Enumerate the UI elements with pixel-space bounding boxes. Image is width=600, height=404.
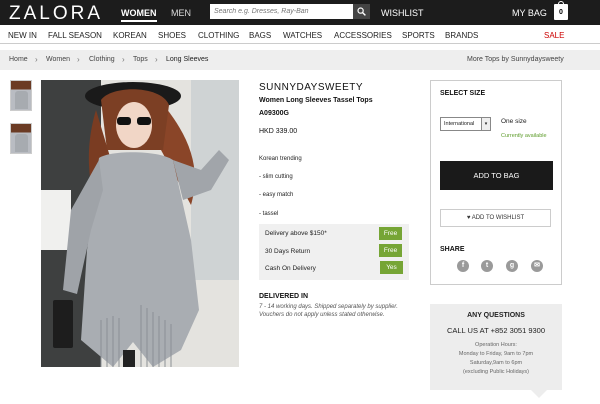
- chevron-right-icon: ›: [77, 55, 80, 64]
- delivered-in-title: DELIVERED IN: [259, 293, 309, 300]
- nav-brands[interactable]: BRANDS: [445, 31, 478, 40]
- select-size-title: SELECT SIZE: [440, 90, 486, 97]
- nav-sports[interactable]: SPORTS: [402, 31, 435, 40]
- chevron-right-icon: ›: [122, 55, 125, 64]
- cod-row-label: Cash On Delivery: [265, 265, 316, 272]
- product-price: HKD 339.00: [259, 128, 298, 135]
- twitter-icon[interactable]: t: [481, 260, 493, 272]
- facebook-icon[interactable]: f: [457, 260, 469, 272]
- category-nav: NEW IN FALL SEASON KOREAN SHOES CLOTHING…: [0, 27, 600, 44]
- bag-icon[interactable]: 0: [554, 1, 568, 20]
- nav-shoes[interactable]: SHOES: [158, 31, 186, 40]
- product-thumbnail-1[interactable]: [10, 80, 32, 111]
- search-button[interactable]: [353, 4, 370, 19]
- zalora-logo[interactable]: ZALORA: [9, 3, 103, 25]
- description-line: - tassel: [259, 211, 279, 217]
- delivery-info-box: Delivery above $150* Free 30 Days Return…: [259, 224, 409, 280]
- share-label: SHARE: [440, 246, 465, 253]
- breadcrumb-clothing[interactable]: Clothing: [89, 56, 115, 63]
- size-system-select[interactable]: International ▾: [440, 117, 491, 131]
- return-badge: Free: [379, 244, 402, 257]
- my-bag-link[interactable]: MY BAG: [512, 8, 547, 18]
- description-line: - slim cutting: [259, 174, 293, 180]
- wishlist-link[interactable]: WISHLIST: [381, 8, 424, 18]
- breadcrumb-long-sleeves: Long Sleeves: [166, 56, 209, 63]
- hours-line: Monday to Friday, 9am to 7pm: [458, 351, 534, 357]
- hours-line: (excluding Public Holidays): [462, 369, 530, 375]
- nav-accessories[interactable]: ACCESSORIES: [334, 31, 392, 40]
- heart-icon: ♥: [466, 215, 471, 221]
- tab-men[interactable]: MEN: [171, 8, 191, 18]
- search-icon: [357, 7, 366, 16]
- call-us-text: CALL US AT +852 3051 9300: [446, 326, 546, 335]
- top-bar: ZALORA WOMEN MEN WISHLIST MY BAG 0: [0, 0, 600, 25]
- product-photo-illustration: [41, 80, 239, 367]
- nav-clothing[interactable]: CLOTHING: [198, 31, 239, 40]
- tab-women[interactable]: WOMEN: [121, 8, 157, 22]
- google-plus-icon[interactable]: g: [506, 260, 518, 272]
- size-system-value: International: [444, 121, 475, 127]
- chevron-right-icon: ›: [35, 55, 38, 64]
- speech-notch: [531, 390, 547, 398]
- return-row-label: 30 Days Return: [265, 248, 311, 255]
- product-title: Women Long Sleeves Tassel Tops: [259, 97, 373, 104]
- questions-title: ANY QUESTIONS: [467, 312, 525, 319]
- delivered-in-text: 7 - 14 working days. Shipped separately …: [259, 304, 398, 318]
- nav-watches[interactable]: WATCHES: [283, 31, 322, 40]
- breadcrumb-home[interactable]: Home: [9, 56, 28, 63]
- product-sku: A09300G: [259, 110, 289, 117]
- hours-line: Operation Hours:: [475, 342, 517, 348]
- size-option[interactable]: One size: [501, 118, 527, 125]
- nav-new-in[interactable]: NEW IN: [8, 31, 37, 40]
- delivery-badge: Free: [379, 227, 402, 240]
- nav-korean[interactable]: KOREAN: [113, 31, 147, 40]
- description-line: Korean trending: [259, 156, 302, 162]
- email-icon[interactable]: ✉: [531, 260, 543, 272]
- breadcrumb-women[interactable]: Women: [46, 56, 70, 63]
- search-input[interactable]: [210, 4, 353, 19]
- hours-line: Saturday,9am to 6pm: [469, 360, 523, 366]
- breadcrumb: Home › Women › Clothing › Tops › Long Sl…: [0, 50, 600, 70]
- chevron-right-icon: ›: [155, 55, 158, 64]
- add-to-wishlist-label: ADD TO WISHLIST: [471, 215, 525, 221]
- product-brand[interactable]: SUNNYDAYSWEETY: [259, 82, 363, 93]
- add-to-wishlist-button[interactable]: ♥ ADD TO WISHLIST: [440, 209, 551, 227]
- availability-status: Currently available: [501, 133, 547, 139]
- cod-badge: Yes: [380, 261, 403, 274]
- add-to-bag-button[interactable]: ADD TO BAG: [440, 161, 553, 190]
- more-tops-link[interactable]: More Tops by Sunnydaysweety: [467, 56, 564, 63]
- nav-bags[interactable]: BAGS: [249, 31, 271, 40]
- breadcrumb-tops[interactable]: Tops: [133, 56, 148, 63]
- delivery-row-label: Delivery above $150*: [265, 230, 327, 237]
- product-thumbnail-2[interactable]: [10, 123, 32, 154]
- nav-fall-season[interactable]: FALL SEASON: [48, 31, 102, 40]
- chevron-down-icon: ▾: [481, 118, 490, 130]
- product-main-image[interactable]: [41, 80, 239, 367]
- description-line: - easy match: [259, 192, 294, 198]
- nav-sale[interactable]: SALE: [544, 31, 564, 40]
